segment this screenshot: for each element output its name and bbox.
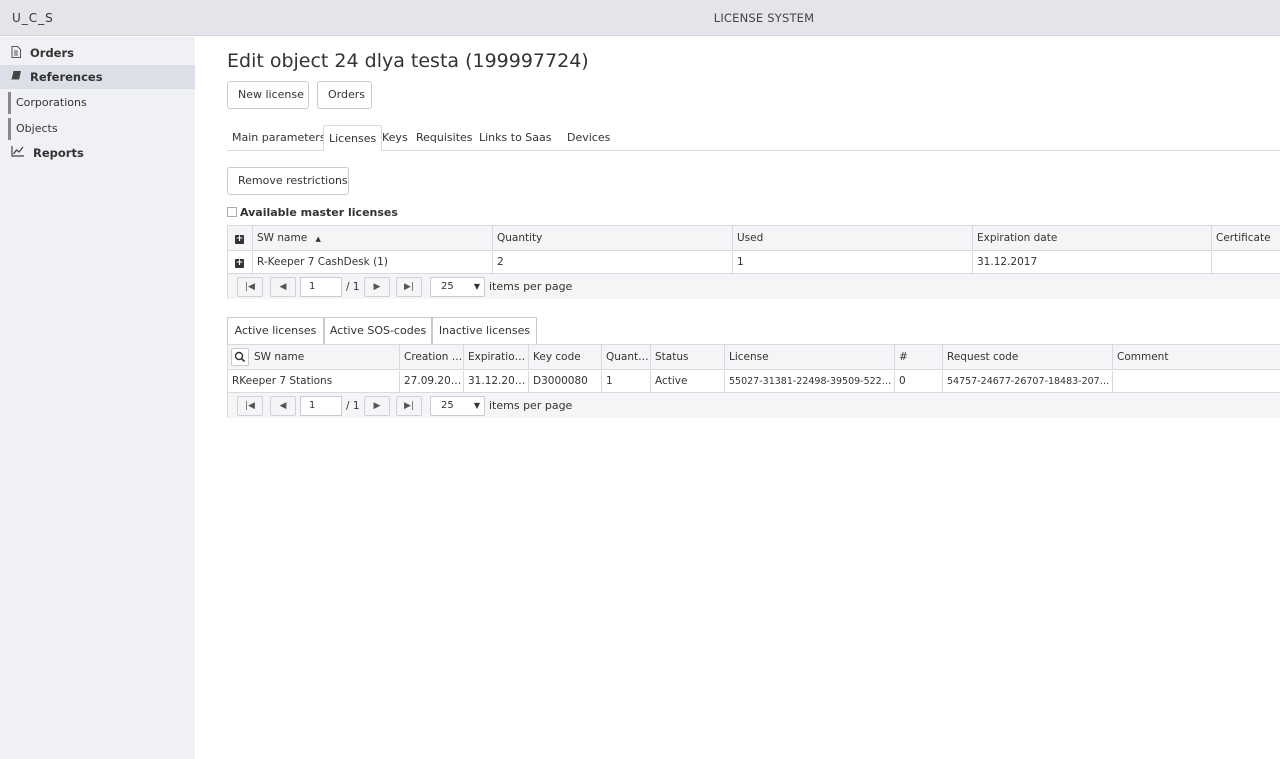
- cell-creation-date: 27.09.2017: [399, 371, 463, 392]
- cell-status: Active: [650, 371, 724, 392]
- sidebar-item-label: References: [30, 70, 103, 84]
- grid-header: + SW name ▲ Quantity Used Expiration dat…: [228, 226, 1280, 251]
- column-key-code[interactable]: Key code: [528, 345, 601, 370]
- plus-icon: +: [235, 234, 244, 244]
- page-size-select[interactable]: 25 ▼: [430, 396, 485, 416]
- cell-key-code: D3000080: [528, 371, 601, 392]
- sidebar-item-references[interactable]: References: [0, 65, 195, 89]
- new-license-button[interactable]: New license: [227, 81, 309, 109]
- column-number[interactable]: #: [894, 345, 942, 370]
- last-page-button[interactable]: ▶|: [396, 396, 422, 416]
- sidebar-item-orders[interactable]: Orders: [0, 41, 195, 65]
- tab-active-licenses[interactable]: Active licenses: [227, 317, 324, 344]
- next-page-button[interactable]: ▶: [364, 277, 390, 297]
- page-number-input[interactable]: 1: [300, 396, 342, 416]
- sidebar-item-corporations[interactable]: Corporations: [8, 92, 188, 114]
- cell-expiration-date: 31.12.2017: [972, 252, 1211, 273]
- tab-links-to-saas[interactable]: Links to Saas: [474, 125, 557, 151]
- orders-button[interactable]: Orders: [317, 81, 372, 109]
- dropdown-caret-icon: ▼: [473, 401, 480, 410]
- page-total: / 1: [346, 281, 360, 293]
- sidebar-item-label: Orders: [30, 46, 74, 60]
- page-title: Edit object 24 dlya testa (199997724): [227, 50, 589, 72]
- table-row[interactable]: RKeeper 7 Stations 27.09.2017 31.12.2017…: [228, 371, 1280, 392]
- cell-certificate: [1211, 252, 1280, 273]
- sidebar-item-objects[interactable]: Objects: [8, 118, 188, 140]
- items-per-page-label: items per page: [489, 399, 573, 412]
- sidebar-item-label: Reports: [33, 146, 84, 160]
- cell-comment: [1112, 371, 1280, 392]
- tab-active-sos-codes[interactable]: Active SOS-codes: [324, 317, 432, 344]
- expand-all-cell[interactable]: +: [228, 226, 252, 251]
- search-icon: [234, 351, 246, 363]
- column-quantity[interactable]: Quantity: [492, 226, 732, 251]
- column-license[interactable]: License: [724, 345, 894, 370]
- search-button[interactable]: [231, 348, 249, 366]
- checkbox[interactable]: [227, 207, 237, 217]
- expand-row-cell[interactable]: +: [228, 252, 252, 273]
- next-page-button[interactable]: ▶: [364, 396, 390, 416]
- cell-quantity: 1: [601, 371, 650, 392]
- cell-sw-name: R-Keeper 7 CashDesk (1): [252, 252, 492, 273]
- remove-restrictions-button[interactable]: Remove restrictions: [227, 167, 349, 195]
- column-status[interactable]: Status: [650, 345, 724, 370]
- grid-header: SW name Creation d... Expiration... Key …: [228, 345, 1280, 370]
- licenses-grid: SW name Creation d... Expiration... Key …: [227, 344, 1280, 418]
- items-per-page-label: items per page: [489, 280, 573, 293]
- cell-quantity: 2: [492, 252, 732, 273]
- column-comment[interactable]: Comment: [1112, 345, 1280, 370]
- cell-sw-name: RKeeper 7 Stations: [232, 375, 333, 387]
- cell-used: 1: [732, 252, 972, 273]
- page-number-input[interactable]: 1: [300, 277, 342, 297]
- tab-requisites[interactable]: Requisites: [411, 125, 478, 151]
- master-licenses-grid: + SW name ▲ Quantity Used Expiration dat…: [227, 225, 1280, 299]
- prev-page-button[interactable]: ◀: [270, 277, 296, 297]
- available-master-licenses-label: Available master licenses: [240, 206, 398, 219]
- sort-ascending-icon: ▲: [315, 235, 321, 243]
- plus-icon: +: [235, 258, 244, 268]
- first-page-button[interactable]: |◀: [237, 277, 263, 297]
- top-bar: U_C_S LICENSE SYSTEM: [0, 0, 1280, 36]
- page-size-value: 25: [441, 281, 454, 292]
- last-page-button[interactable]: ▶|: [396, 277, 422, 297]
- document-icon: [11, 41, 25, 65]
- column-used[interactable]: Used: [732, 226, 972, 251]
- dropdown-caret-icon: ▼: [473, 282, 480, 291]
- column-request-code[interactable]: Request code: [942, 345, 1112, 370]
- cell-number: 0: [894, 371, 942, 392]
- page-total: / 1: [346, 400, 360, 412]
- sidebar: Orders References Corporations Objects R…: [0, 37, 195, 759]
- cell-expiration: 31.12.2017: [463, 371, 528, 392]
- line-chart-icon: [11, 141, 25, 165]
- table-row[interactable]: + R-Keeper 7 CashDesk (1) 2 1 31.12.2017: [228, 252, 1280, 273]
- page-size-select[interactable]: 25 ▼: [430, 277, 485, 297]
- column-sw-name[interactable]: SW name: [252, 345, 399, 370]
- tab-devices[interactable]: Devices: [562, 125, 615, 151]
- column-certificate[interactable]: Certificate: [1211, 226, 1280, 251]
- page-size-value: 25: [441, 400, 454, 411]
- master-grid-pager: |◀ ◀ 1 / 1 ▶ ▶| 25 ▼ items per page: [228, 273, 1280, 299]
- sidebar-item-reports[interactable]: Reports: [0, 141, 195, 165]
- object-tabs: Main parameters Licenses Keys Requisites…: [227, 125, 1280, 151]
- available-master-licenses-toggle[interactable]: Available master licenses: [227, 206, 398, 219]
- first-page-button[interactable]: |◀: [237, 396, 263, 416]
- column-expiration[interactable]: Expiration...: [463, 345, 528, 370]
- tab-keys[interactable]: Keys: [377, 125, 413, 151]
- prev-page-button[interactable]: ◀: [270, 396, 296, 416]
- tab-main-parameters[interactable]: Main parameters: [227, 125, 331, 151]
- tab-inactive-licenses[interactable]: Inactive licenses: [432, 317, 537, 344]
- cell-license: 55027-31381-22498-39509-5227-31...: [724, 371, 894, 392]
- column-quantity[interactable]: Quanti...: [601, 345, 650, 370]
- column-label: SW name: [257, 232, 308, 244]
- licenses-grid-pager: |◀ ◀ 1 / 1 ▶ ▶| 25 ▼ items per page: [228, 392, 1280, 418]
- cell-request-code: 54757-24677-26707-18483-20767-1...: [942, 371, 1112, 392]
- tab-licenses[interactable]: Licenses: [323, 125, 383, 151]
- column-creation-date[interactable]: Creation d...: [399, 345, 463, 370]
- column-sw-name[interactable]: SW name ▲: [252, 226, 492, 251]
- book-icon: [11, 65, 25, 89]
- app-title: LICENSE SYSTEM: [713, 11, 815, 25]
- column-expiration-date[interactable]: Expiration date: [972, 226, 1211, 251]
